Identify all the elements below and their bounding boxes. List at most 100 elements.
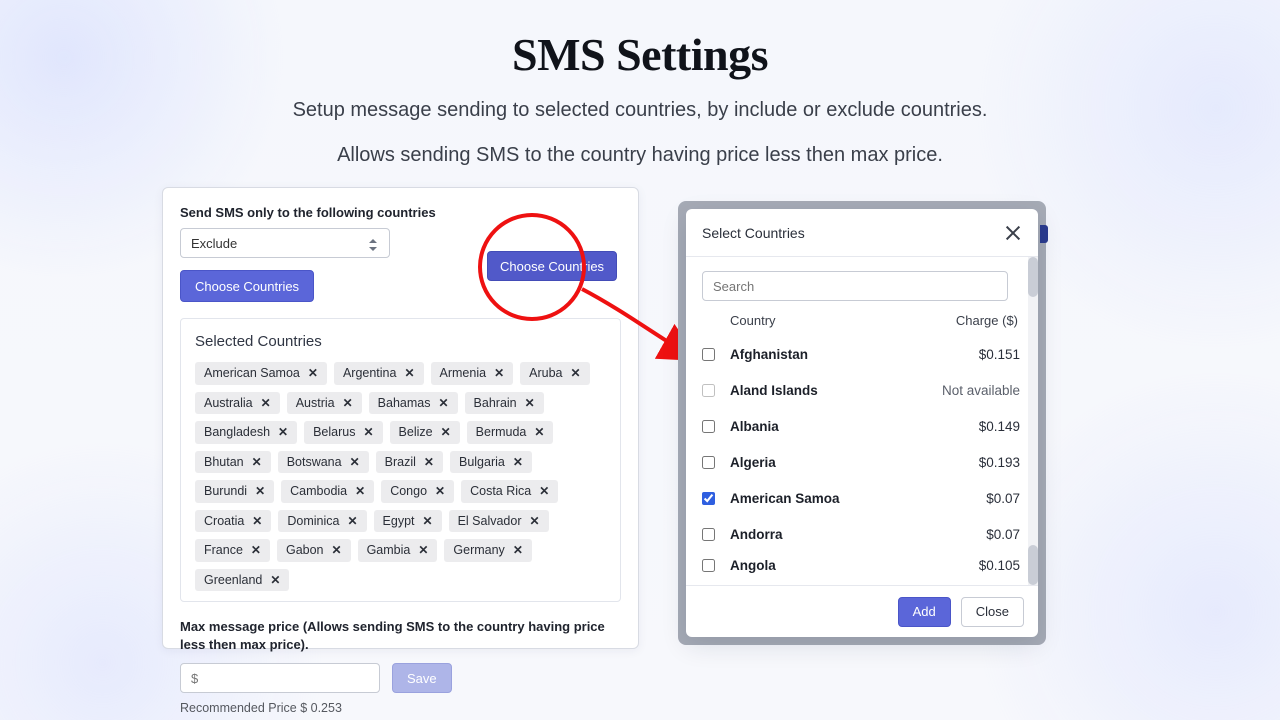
country-chip: Bahrain ✕ — [465, 392, 544, 415]
remove-chip-icon[interactable]: ✕ — [363, 426, 373, 438]
country-chip-label: Belarus — [313, 426, 355, 439]
country-chip-label: Bangladesh — [204, 426, 270, 439]
include-exclude-select[interactable]: Exclude — [180, 228, 390, 258]
country-chip: Egypt ✕ — [374, 510, 442, 533]
remove-chip-icon[interactable]: ✕ — [525, 397, 535, 409]
include-exclude-value: Exclude — [191, 236, 237, 251]
remove-chip-icon[interactable]: ✕ — [570, 367, 580, 379]
page-title: SMS Settings — [0, 28, 1280, 81]
remove-chip-icon[interactable]: ✕ — [404, 367, 414, 379]
country-chip: Cambodia✕ — [281, 480, 374, 503]
country-checkbox[interactable] — [702, 384, 715, 397]
remove-chip-icon[interactable]: ✕ — [252, 456, 262, 468]
remove-chip-icon[interactable]: ✕ — [513, 456, 523, 468]
country-row: Angola$0.105 — [702, 552, 1020, 578]
country-chip-label: Australia — [204, 397, 253, 410]
country-charge: $0.105 — [930, 558, 1020, 573]
remove-chip-icon[interactable]: ✕ — [435, 485, 445, 497]
country-chip-label: El Salvador — [458, 515, 522, 528]
country-checkbox[interactable] — [702, 559, 715, 572]
country-chip: Dominica ✕ — [278, 510, 366, 533]
country-chip-label: Bahrain — [474, 397, 517, 410]
country-chip-label: Greenland — [204, 574, 262, 587]
country-name: Aland Islands — [730, 383, 930, 398]
modal-scrollbar-thumb-bottom[interactable] — [1028, 545, 1038, 585]
country-charge: $0.149 — [930, 419, 1020, 434]
country-chip-label: Brazil — [385, 456, 416, 469]
country-charge: $0.07 — [930, 527, 1020, 542]
remove-chip-icon[interactable]: ✕ — [255, 485, 265, 497]
choose-countries-button[interactable]: Choose Countries — [180, 270, 314, 302]
country-chip: Gambia ✕ — [358, 539, 438, 562]
remove-chip-icon[interactable]: ✕ — [350, 456, 360, 468]
country-chip: Austria✕ — [287, 392, 362, 415]
country-row: Albania$0.149 — [702, 408, 1020, 444]
country-row: Afghanistan$0.151 — [702, 336, 1020, 372]
remove-chip-icon[interactable]: ✕ — [308, 367, 318, 379]
remove-chip-icon[interactable]: ✕ — [418, 544, 428, 556]
country-row: Aland IslandsNot available — [702, 372, 1020, 408]
remove-chip-icon[interactable]: ✕ — [270, 574, 280, 586]
remove-chip-icon[interactable]: ✕ — [424, 456, 434, 468]
remove-chip-icon[interactable]: ✕ — [343, 397, 353, 409]
remove-chip-icon[interactable]: ✕ — [278, 426, 288, 438]
country-charge: $0.193 — [930, 455, 1020, 470]
country-chip: Germany✕ — [444, 539, 531, 562]
country-checkbox[interactable] — [702, 420, 715, 433]
country-chip-label: Gambia — [367, 544, 411, 557]
country-rows: Afghanistan$0.151Aland IslandsNot availa… — [702, 336, 1020, 578]
remove-chip-icon[interactable]: ✕ — [539, 485, 549, 497]
remove-chip-icon[interactable]: ✕ — [252, 515, 262, 527]
add-button[interactable]: Add — [898, 597, 951, 627]
country-chip-label: Bermuda — [476, 426, 527, 439]
remove-chip-icon[interactable]: ✕ — [261, 397, 271, 409]
modal-scrollbar-track[interactable] — [1028, 257, 1038, 585]
remove-chip-icon[interactable]: ✕ — [438, 397, 448, 409]
remove-chip-icon[interactable]: ✕ — [441, 426, 451, 438]
country-checkbox[interactable] — [702, 456, 715, 469]
selected-countries-box: Selected Countries American Samoa✕Argent… — [180, 318, 621, 602]
remove-chip-icon[interactable]: ✕ — [251, 544, 261, 556]
close-button[interactable]: Close — [961, 597, 1024, 627]
country-name: American Samoa — [730, 491, 930, 506]
country-chip-label: Belize — [399, 426, 433, 439]
remove-chip-icon[interactable]: ✕ — [423, 515, 433, 527]
page-subtitle-1: Setup message sending to selected countr… — [0, 95, 1280, 126]
country-chip: Armenia ✕ — [431, 362, 514, 385]
country-chip-label: Egypt — [383, 515, 415, 528]
select-countries-modal: Select Countries Country Charge ($) Afgh… — [686, 209, 1038, 637]
country-name: Albania — [730, 419, 930, 434]
country-name: Algeria — [730, 455, 930, 470]
country-name: Andorra — [730, 527, 930, 542]
modal-scrollbar-thumb-top[interactable] — [1028, 257, 1038, 297]
remove-chip-icon[interactable]: ✕ — [347, 515, 357, 527]
country-chip-label: Congo — [390, 485, 427, 498]
country-checkbox[interactable] — [702, 348, 715, 361]
country-chip-label: Croatia — [204, 515, 244, 528]
remove-chip-icon[interactable]: ✕ — [530, 515, 540, 527]
country-chip-label: Dominica — [287, 515, 339, 528]
remove-chip-icon[interactable]: ✕ — [534, 426, 544, 438]
remove-chip-icon[interactable]: ✕ — [332, 544, 342, 556]
country-chip-label: Armenia — [440, 367, 487, 380]
country-chip: Congo ✕ — [381, 480, 454, 503]
max-price-input[interactable] — [180, 663, 380, 693]
country-chip: El Salvador ✕ — [449, 510, 549, 533]
close-icon[interactable] — [1004, 224, 1022, 242]
country-search-input[interactable] — [702, 271, 1008, 301]
country-chip: Bermuda ✕ — [467, 421, 554, 444]
country-charge: $0.07 — [930, 491, 1020, 506]
country-checkbox[interactable] — [702, 492, 715, 505]
country-charge: Not available — [930, 383, 1020, 398]
remove-chip-icon[interactable]: ✕ — [513, 544, 523, 556]
country-checkbox[interactable] — [702, 528, 715, 541]
remove-chip-icon[interactable]: ✕ — [494, 367, 504, 379]
remove-chip-icon[interactable]: ✕ — [355, 485, 365, 497]
max-price-label: Max message price (Allows sending SMS to… — [180, 618, 621, 653]
country-chip-label: Botswana — [287, 456, 342, 469]
country-chip-label: Costa Rica — [470, 485, 531, 498]
save-button[interactable]: Save — [392, 663, 452, 693]
country-chip-label: Bulgaria — [459, 456, 505, 469]
country-chip: Bangladesh ✕ — [195, 421, 297, 444]
country-chip: Australia ✕ — [195, 392, 280, 415]
